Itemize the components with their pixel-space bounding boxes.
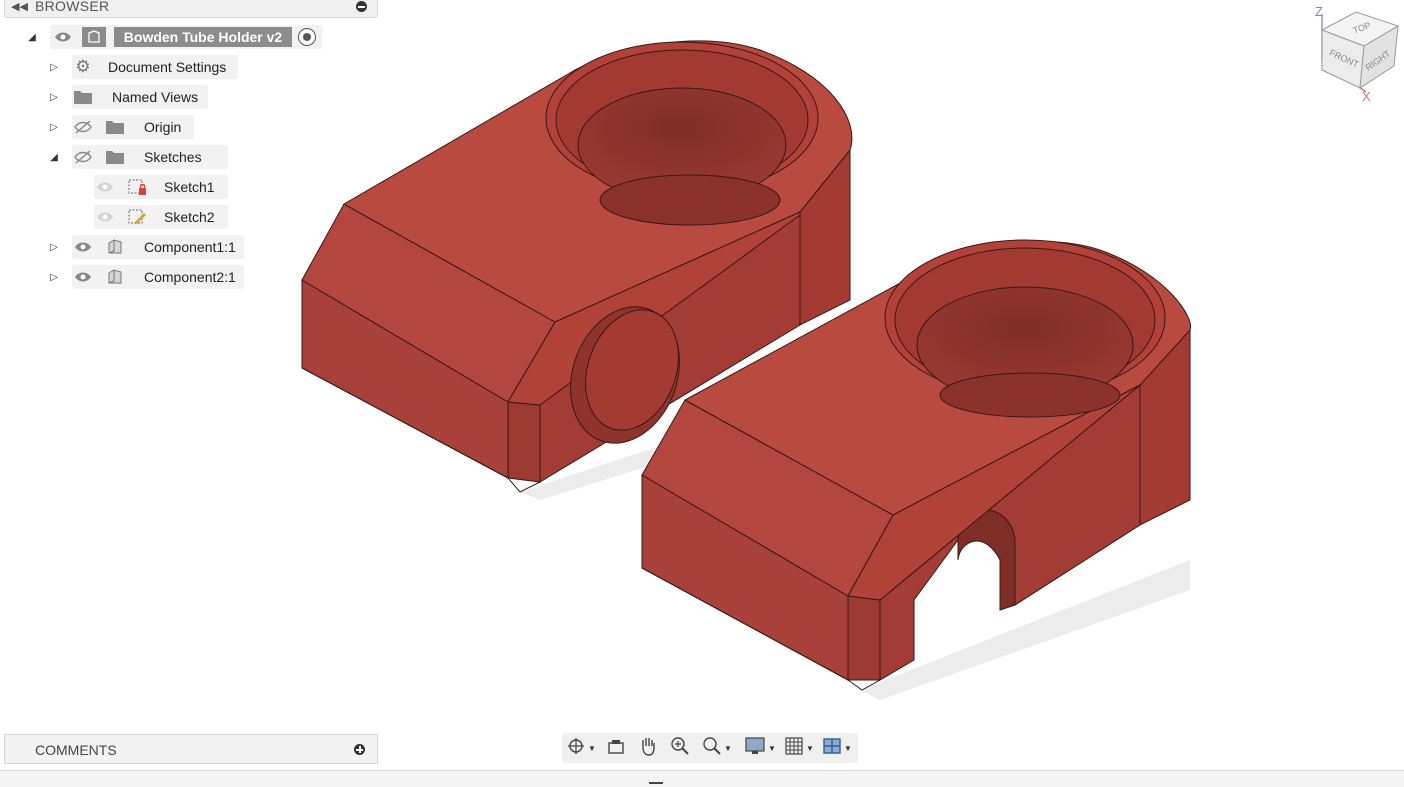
tree-item-origin[interactable]: Origin <box>72 115 194 139</box>
expand-icon[interactable]: ▷ <box>49 121 59 133</box>
folder-icon <box>104 146 126 168</box>
eye-hidden-icon[interactable] <box>72 116 94 138</box>
3d-viewport[interactable] <box>0 0 1404 786</box>
orbit-button[interactable]: ▼ <box>566 737 596 759</box>
tree-item-component1[interactable]: Component1:1 <box>72 235 244 259</box>
orbit-icon <box>566 736 586 761</box>
expand-icon[interactable]: ▷ <box>49 271 59 283</box>
collapse-icon[interactable]: ◢ <box>49 151 59 163</box>
tree-item-label: Component1:1 <box>144 239 236 255</box>
sketch-locked-icon <box>126 176 148 198</box>
axis-z-label: Z <box>1315 4 1323 19</box>
comments-panel[interactable]: COMMENTS <box>4 734 378 764</box>
tree-item-label: Component2:1 <box>144 269 236 285</box>
expand-icon[interactable]: ▷ <box>49 91 59 103</box>
sketch-edit-icon <box>126 206 148 228</box>
pan-icon <box>638 735 658 762</box>
folder-icon <box>104 116 126 138</box>
tree-item-named-views[interactable]: Named Views <box>72 85 208 109</box>
viewcube[interactable]: Z X TOP FRONT RIGHT <box>1306 0 1404 110</box>
component-body-icon <box>104 266 126 288</box>
axis-x-label: X <box>1362 89 1371 104</box>
tree-item-label: Named Views <box>112 89 199 105</box>
folder-icon <box>72 86 94 108</box>
zoom-button[interactable] <box>670 736 690 761</box>
minimize-panel-icon[interactable] <box>356 1 367 12</box>
eye-icon[interactable] <box>94 206 116 228</box>
fit-icon <box>702 736 722 761</box>
grid-icon <box>784 736 804 761</box>
browser-panel-header: ◀◀ BROWSER <box>4 0 378 18</box>
pan-button[interactable] <box>638 737 658 759</box>
comments-title: COMMENTS <box>35 742 117 758</box>
gear-icon: ⚙ <box>75 57 91 76</box>
navigation-toolbar: ▼ ▼ ▼ ▼ ▼ <box>562 733 858 763</box>
tree-item-component2[interactable]: Component2:1 <box>72 265 244 289</box>
add-comment-icon[interactable] <box>354 744 365 755</box>
tree-item-document-settings[interactable]: ⚙ Document Settings <box>72 55 238 79</box>
eye-icon[interactable] <box>72 236 94 258</box>
expand-icon[interactable]: ▷ <box>49 241 59 253</box>
eye-icon[interactable] <box>52 26 74 48</box>
display-settings-button[interactable]: ▼ <box>744 736 776 761</box>
tree-item-sketches[interactable]: Sketches <box>72 145 228 169</box>
expand-icon[interactable]: ▷ <box>49 61 59 73</box>
tree-item-label: Sketch2 <box>164 209 215 225</box>
display-settings-icon <box>744 736 766 761</box>
eye-hidden-icon[interactable] <box>72 146 94 168</box>
eye-icon[interactable] <box>94 176 116 198</box>
tree-item-label: Document Settings <box>108 59 227 75</box>
tree-item-sketch1[interactable]: Sketch1 <box>94 175 228 199</box>
root-label[interactable]: Bowden Tube Holder v2 <box>114 27 292 47</box>
tree-item-label: Origin <box>144 119 182 135</box>
root-expand-icon[interactable]: ◢ <box>27 31 37 43</box>
tree-item-label: Sketch1 <box>164 179 215 195</box>
viewports-icon <box>822 736 842 761</box>
component-icon <box>82 27 106 47</box>
timeline-bar <box>0 770 1404 787</box>
look-at-button[interactable] <box>606 737 626 759</box>
zoom-icon <box>670 736 690 761</box>
tree-item-sketch2[interactable]: Sketch2 <box>94 205 228 229</box>
activate-radio-icon[interactable] <box>298 28 316 46</box>
eye-icon[interactable] <box>72 266 94 288</box>
grid-button[interactable]: ▼ <box>784 736 814 761</box>
component-body-icon <box>104 236 126 258</box>
tree-item-label: Sketches <box>144 149 202 165</box>
viewports-button[interactable]: ▼ <box>822 737 852 759</box>
collapse-panel-icon[interactable]: ◀◀ <box>11 0 28 13</box>
browser-title: BROWSER <box>35 0 110 14</box>
fit-button[interactable]: ▼ <box>702 736 732 761</box>
timeline-handle[interactable] <box>649 782 663 784</box>
look-at-icon <box>606 736 626 761</box>
